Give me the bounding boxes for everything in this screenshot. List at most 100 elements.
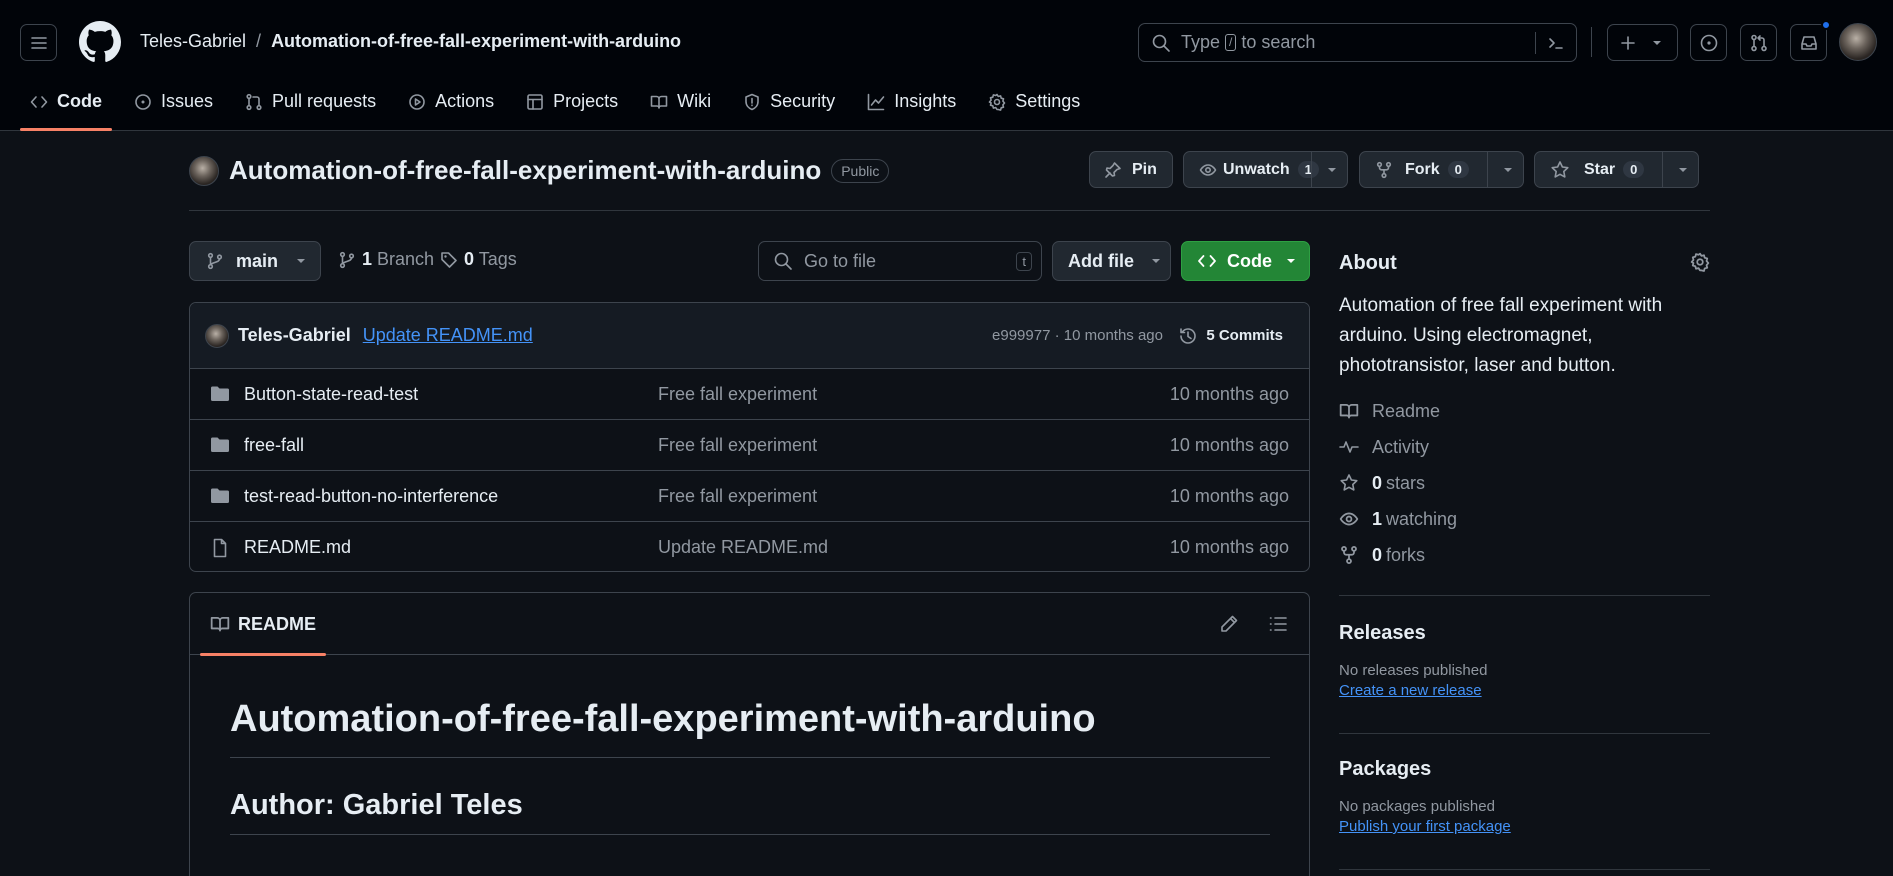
tab-insights-label: Insights: [894, 91, 957, 111]
commit-author-avatar[interactable]: [205, 323, 229, 348]
create-new-button[interactable]: [1607, 24, 1678, 61]
divider: [189, 210, 1710, 211]
file-row[interactable]: Button-state-read-test Free fall experim…: [190, 369, 1309, 420]
github-logo-icon[interactable]: [79, 21, 121, 63]
tab-pull-requests-label: Pull requests: [272, 91, 377, 111]
pin-label: Pin: [1132, 160, 1157, 178]
search-icon: [774, 252, 792, 270]
pull-request-icon: [246, 93, 262, 111]
chevron-down-icon: [1152, 259, 1160, 263]
global-header: Teles-Gabriel / Automation-of-free-fall-…: [0, 0, 1893, 131]
chevron-down-icon[interactable]: [1326, 164, 1338, 176]
file-commit-message[interactable]: Free fall experiment: [658, 384, 817, 405]
tab-actions[interactable]: Actions: [398, 85, 504, 131]
branch-count-label: Branch: [377, 249, 435, 269]
divider: [1339, 869, 1710, 870]
inbox-button[interactable]: [1790, 24, 1827, 61]
divider: [230, 757, 1270, 758]
pin-icon: [1105, 161, 1121, 178]
stars-count: 0: [1372, 472, 1383, 493]
tab-actions-label: Actions: [435, 91, 495, 111]
tab-code[interactable]: Code: [20, 85, 112, 131]
file-commit-time: 10 months ago: [1169, 383, 1289, 404]
gear-icon[interactable]: [1690, 252, 1710, 272]
add-file-button[interactable]: Add file: [1052, 241, 1171, 281]
watching-link[interactable]: 1 watching: [1339, 501, 1710, 537]
command-palette-icon[interactable]: [1547, 34, 1565, 52]
tab-wiki[interactable]: Wiki: [640, 85, 721, 131]
folder-icon: [211, 488, 229, 503]
chevron-down-icon[interactable]: [1502, 164, 1514, 176]
releases-empty-text: No releases published: [1339, 662, 1488, 679]
search-input[interactable]: Type / to search: [1138, 23, 1577, 62]
pencil-icon[interactable]: [1219, 614, 1239, 634]
branches-link[interactable]: 1 Branch: [338, 249, 434, 270]
tag-count-label: Tags: [478, 249, 517, 269]
divider: [230, 834, 1270, 835]
history-icon: [1180, 327, 1197, 344]
pin-button[interactable]: Pin: [1089, 151, 1173, 188]
plus-icon: [1621, 35, 1635, 50]
breadcrumb-owner[interactable]: Teles-Gabriel: [140, 31, 246, 52]
tags-link[interactable]: 0 Tags: [440, 249, 517, 270]
file-commit-message[interactable]: Update README.md: [658, 537, 828, 558]
readme-link[interactable]: Readme: [1339, 393, 1710, 429]
commit-author[interactable]: Teles-Gabriel: [238, 325, 351, 346]
readme-link-label: Readme: [1372, 400, 1441, 421]
header-divider: [1591, 27, 1592, 57]
file-name[interactable]: README.md: [244, 537, 351, 558]
file-name[interactable]: Button-state-read-test: [244, 384, 418, 405]
tab-settings[interactable]: Settings: [978, 85, 1090, 131]
forks-link[interactable]: 0 forks: [1339, 537, 1710, 573]
owner-avatar[interactable]: [189, 155, 219, 186]
activity-link[interactable]: Activity: [1339, 429, 1710, 465]
issues-button[interactable]: [1690, 24, 1727, 61]
create-release-link[interactable]: Create a new release: [1339, 682, 1710, 699]
star-icon: [1551, 160, 1569, 178]
file-commit-message[interactable]: Free fall experiment: [658, 486, 817, 507]
file-row[interactable]: README.md Update README.md 10 months ago: [190, 522, 1309, 571]
file-row[interactable]: free-fall Free fall experiment 10 months…: [190, 420, 1309, 471]
star-button[interactable]: Star 0: [1534, 151, 1699, 188]
unwatch-button[interactable]: Unwatch 1: [1183, 151, 1348, 188]
tab-issues[interactable]: Issues: [124, 85, 223, 131]
menu-button[interactable]: [20, 24, 57, 61]
commits-link[interactable]: 5 Commits: [1178, 326, 1283, 346]
chevron-down-icon: [1287, 259, 1295, 263]
fork-label: Fork: [1405, 160, 1440, 178]
fork-icon: [1341, 546, 1357, 564]
file-name[interactable]: test-read-button-no-interference: [244, 486, 498, 507]
pull-requests-button[interactable]: [1740, 24, 1777, 61]
repo-name[interactable]: Automation-of-free-fall-experiment-with-…: [229, 155, 821, 186]
go-to-file-input[interactable]: Go to file t: [758, 241, 1042, 281]
publish-package-link[interactable]: Publish your first package: [1339, 818, 1710, 835]
branch-icon: [207, 252, 223, 270]
file-row[interactable]: test-read-button-no-interference Free fa…: [190, 471, 1309, 522]
commit-message[interactable]: Update README.md: [363, 325, 533, 346]
tab-security[interactable]: Security: [733, 85, 845, 131]
file-name[interactable]: free-fall: [244, 435, 304, 456]
tab-insights[interactable]: Insights: [857, 85, 966, 131]
watching-count: 1: [1372, 508, 1383, 529]
add-file-label: Add file: [1068, 250, 1134, 271]
file-commit-message[interactable]: Free fall experiment: [658, 435, 817, 456]
stars-link[interactable]: 0 stars: [1339, 465, 1710, 501]
code-button[interactable]: Code: [1181, 241, 1310, 281]
branch-selector[interactable]: main: [189, 241, 321, 281]
releases-title[interactable]: Releases: [1339, 622, 1710, 645]
tab-projects-label: Projects: [553, 91, 619, 111]
tab-readme[interactable]: README: [200, 593, 327, 656]
packages-title[interactable]: Packages: [1339, 758, 1710, 781]
fork-button[interactable]: Fork 0: [1359, 151, 1524, 188]
repo-title-row: Automation-of-free-fall-experiment-with-…: [189, 155, 890, 186]
about-section: About Automation of free fall experiment…: [1339, 240, 1710, 573]
breadcrumb-repo[interactable]: Automation-of-free-fall-experiment-with-…: [271, 31, 681, 52]
go-to-file-shortcut: t: [1016, 252, 1032, 271]
notification-dot: [1821, 20, 1831, 30]
tab-pull-requests[interactable]: Pull requests: [235, 85, 386, 131]
list-icon[interactable]: [1268, 614, 1288, 634]
user-avatar[interactable]: [1839, 23, 1877, 61]
chevron-down-icon[interactable]: [1677, 164, 1689, 176]
tab-projects[interactable]: Projects: [516, 85, 628, 131]
commit-hash-time[interactable]: e999977 · 10 months ago: [992, 327, 1163, 344]
